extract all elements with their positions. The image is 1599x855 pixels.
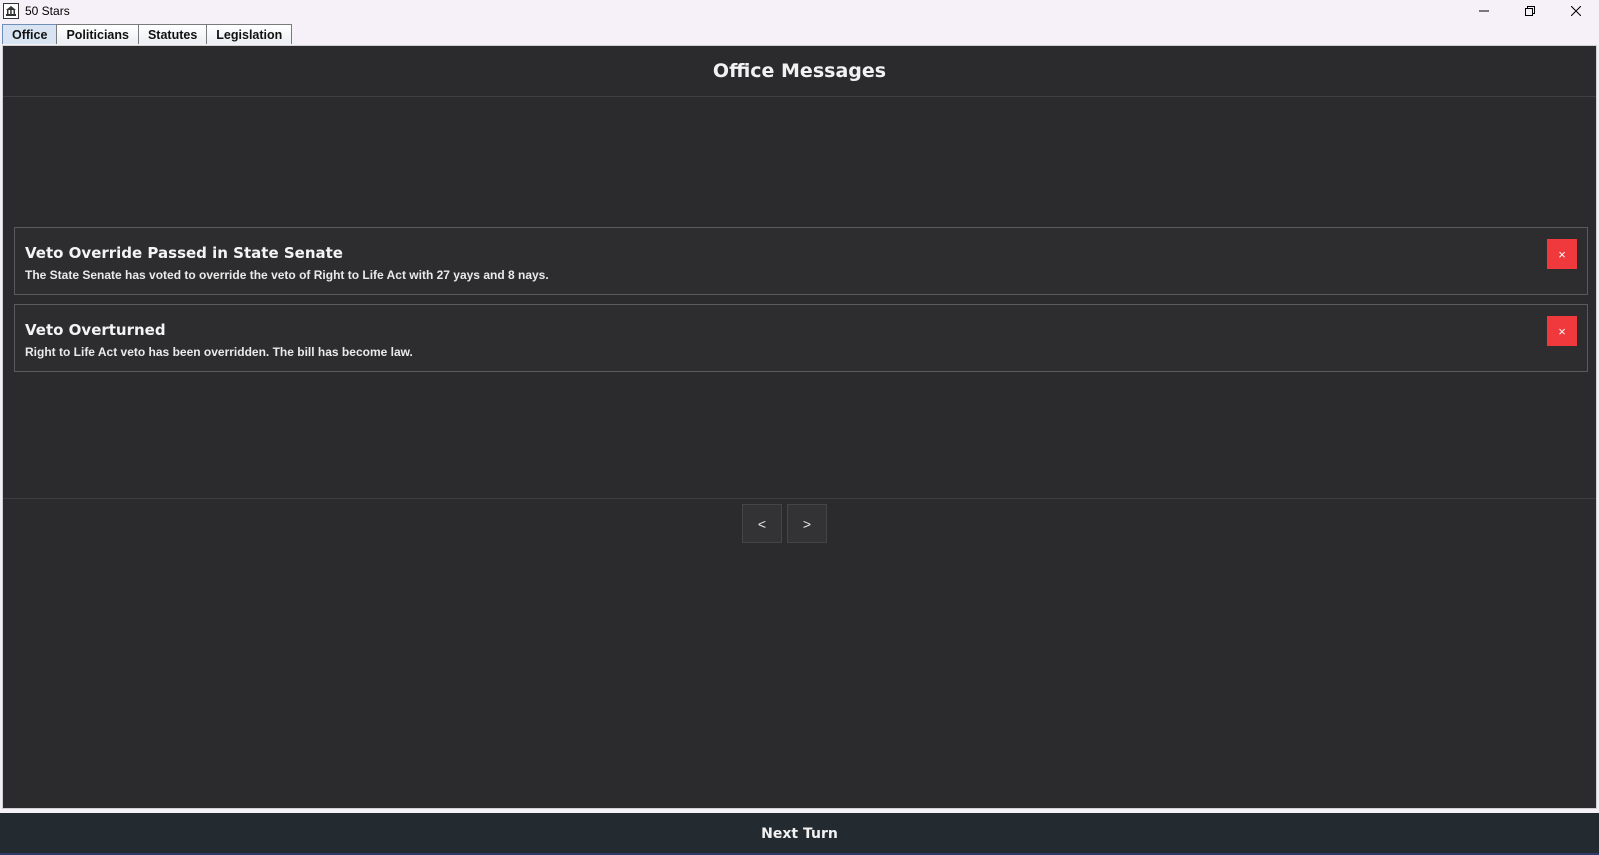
- next-page-button[interactable]: >: [787, 504, 827, 543]
- office-panel: Office Messages Veto Override Passed in …: [2, 45, 1597, 809]
- close-icon: [1571, 6, 1581, 16]
- tab-legislation[interactable]: Legislation: [206, 24, 293, 44]
- page-title: Office Messages: [712, 60, 887, 82]
- tab-statutes[interactable]: Statutes: [137, 24, 208, 44]
- close-window-button[interactable]: [1553, 0, 1599, 22]
- message-body: Right to Life Act veto has been overridd…: [25, 345, 413, 359]
- window-title: 50 Stars: [25, 4, 70, 18]
- message-card: Veto Overturned Right to Life Act veto h…: [14, 304, 1588, 372]
- panel-header: Office Messages: [3, 46, 1596, 97]
- dismiss-message-button[interactable]: ×: [1547, 239, 1577, 269]
- message-card: Veto Override Passed in State Senate The…: [14, 227, 1588, 295]
- previous-page-button[interactable]: <: [742, 504, 782, 543]
- close-icon: ×: [1558, 246, 1566, 262]
- dismiss-message-button[interactable]: ×: [1547, 316, 1577, 346]
- minimize-icon: [1479, 10, 1489, 12]
- next-turn-button[interactable]: Next Turn: [0, 813, 1599, 855]
- message-title: Veto Overturned: [25, 321, 166, 339]
- message-body: The State Senate has voted to override t…: [25, 268, 549, 282]
- window-controls: [1461, 0, 1599, 22]
- message-title: Veto Override Passed in State Senate: [25, 244, 343, 262]
- capitol-icon: [3, 3, 19, 19]
- restore-icon: [1525, 6, 1535, 16]
- divider: [3, 498, 1596, 499]
- tab-office[interactable]: Office: [2, 24, 58, 44]
- tab-strip: Office Politicians Statutes Legislation: [0, 22, 1599, 45]
- minimize-button[interactable]: [1461, 0, 1507, 22]
- tab-politicians[interactable]: Politicians: [56, 24, 139, 44]
- message-pager: < >: [742, 504, 827, 543]
- close-icon: ×: [1558, 323, 1566, 339]
- tab-list: Office Politicians Statutes Legislation: [2, 24, 293, 44]
- restore-button[interactable]: [1507, 0, 1553, 22]
- title-bar: 50 Stars: [0, 0, 1599, 22]
